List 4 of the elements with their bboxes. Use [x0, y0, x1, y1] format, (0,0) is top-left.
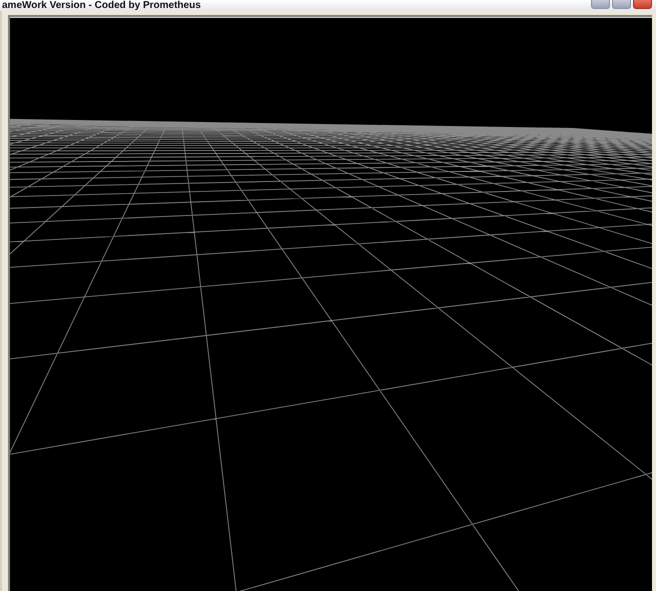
window-title: ameWork Version - Coded by Prometheus: [1, 0, 201, 11]
minimize-button[interactable]: [591, 0, 610, 9]
close-button[interactable]: [633, 0, 652, 9]
maximize-button[interactable]: [612, 0, 631, 9]
